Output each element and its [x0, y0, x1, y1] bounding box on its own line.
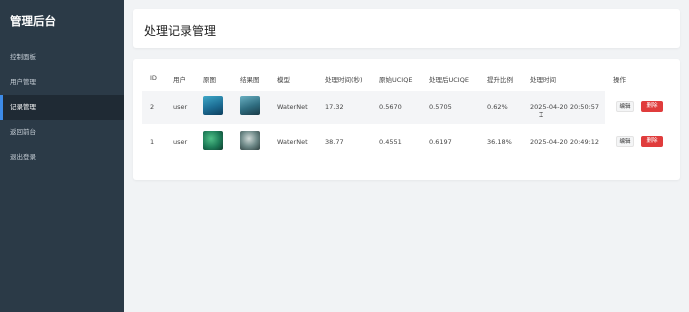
- cell-original-uciqe: 0.4551: [379, 138, 402, 146]
- sidebar-item-users[interactable]: 用户管理: [0, 70, 124, 95]
- brand-title: 管理后台: [10, 14, 56, 28]
- sidebar-item-records[interactable]: 记录管理: [0, 95, 124, 120]
- cell-model: WaterNet: [277, 138, 308, 146]
- column-header-model: 模型: [277, 76, 290, 84]
- column-header-processing-seconds: 处理时间(秒): [325, 76, 363, 84]
- cell-processing-time: 2025-04-20 20:49:12: [530, 138, 600, 146]
- table-row: 1 user WaterNet 38.77 0.4551 0.6197 36.1…: [142, 126, 605, 159]
- cell-id: 2: [150, 103, 155, 111]
- row-actions: 编辑 删除: [613, 92, 677, 122]
- sidebar-menu: 控制面板 用户管理 记录管理 返回前台 退出登录: [0, 45, 124, 170]
- sidebar-item-dashboard[interactable]: 控制面板: [0, 45, 124, 70]
- row-actions: 编辑 删除: [613, 127, 677, 157]
- cell-user: user: [173, 103, 188, 111]
- cell-id: 1: [150, 138, 155, 146]
- main-content: 处理记录管理 ID 用户 原图 结果图 模型 处理时间(秒) 原始UCIQE 处…: [124, 0, 689, 312]
- cell-processing-seconds: 38.77: [325, 138, 344, 146]
- column-header-actions: 操作: [613, 76, 626, 84]
- edit-button[interactable]: 编辑: [616, 136, 634, 147]
- cell-processed-uciqe: 0.5705: [429, 103, 452, 111]
- cell-processing-time: 2025-04-20 20:50:57: [530, 103, 600, 111]
- edit-button[interactable]: 编辑: [616, 101, 634, 112]
- column-header-processed-uciqe: 处理后UCIQE: [429, 76, 469, 84]
- cell-processing-seconds: 17.32: [325, 103, 344, 111]
- cell-user: user: [173, 138, 188, 146]
- sidebar: 管理后台 控制面板 用户管理 记录管理 返回前台 退出登录: [0, 0, 124, 312]
- original-image-thumbnail[interactable]: [203, 96, 223, 115]
- table-header: ID 用户 原图 结果图 模型 处理时间(秒) 原始UCIQE 处理后UCIQE…: [142, 71, 671, 87]
- delete-button[interactable]: 删除: [641, 136, 663, 147]
- sidebar-item-logout[interactable]: 退出登录: [0, 145, 124, 170]
- page-header: 处理记录管理: [133, 9, 680, 48]
- page-title: 处理记录管理: [144, 24, 217, 38]
- cell-original-uciqe: 0.5670: [379, 103, 402, 111]
- column-header-improvement: 提升比例: [487, 76, 513, 84]
- table-row: 2 user WaterNet 17.32 0.5670 0.5705 0.62…: [142, 91, 605, 124]
- column-header-result-image: 结果图: [240, 76, 260, 84]
- column-header-user: 用户: [173, 76, 186, 84]
- cell-processed-uciqe: 0.6197: [429, 138, 452, 146]
- cell-improvement: 0.62%: [487, 103, 508, 111]
- result-image-thumbnail[interactable]: [240, 96, 260, 115]
- column-header-original-image: 原图: [203, 76, 216, 84]
- cell-improvement: 36.18%: [487, 138, 512, 146]
- text-cursor-icon: ⌶: [539, 111, 544, 119]
- original-image-thumbnail[interactable]: [203, 131, 223, 150]
- column-header-original-uciqe: 原始UCIQE: [379, 76, 413, 84]
- records-table: ID 用户 原图 结果图 模型 处理时间(秒) 原始UCIQE 处理后UCIQE…: [133, 59, 680, 180]
- result-image-thumbnail[interactable]: [240, 131, 260, 150]
- column-header-id: ID: [150, 74, 157, 82]
- column-header-processing-time: 处理时间: [530, 76, 556, 84]
- sidebar-item-frontend[interactable]: 返回前台: [0, 120, 124, 145]
- delete-button[interactable]: 删除: [641, 101, 663, 112]
- cell-model: WaterNet: [277, 103, 308, 111]
